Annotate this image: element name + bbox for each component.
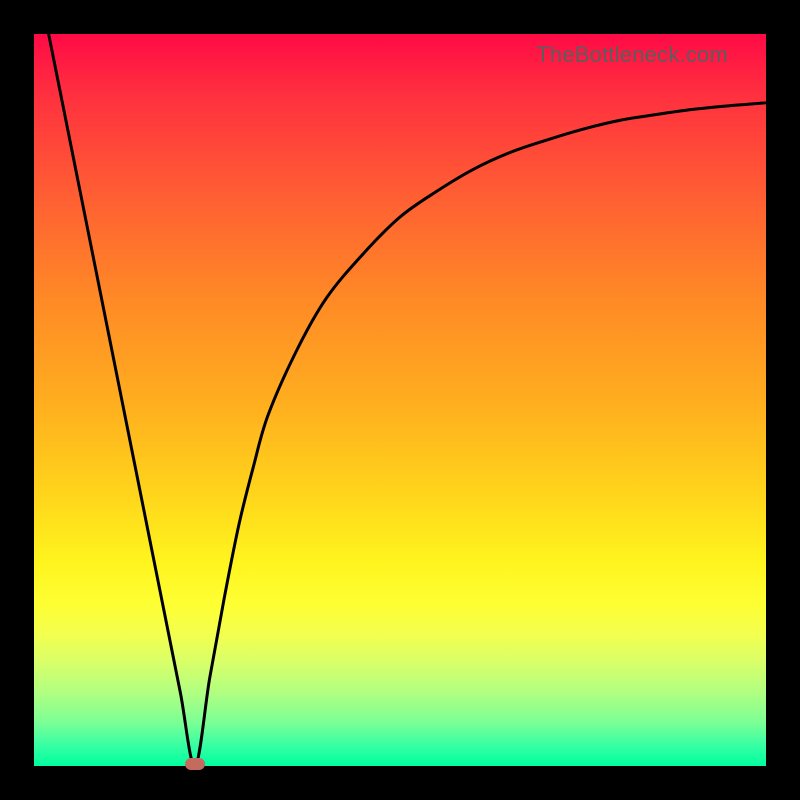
- plot-area: TheBottleneck.com: [34, 34, 766, 766]
- bottleneck-curve: [49, 34, 766, 766]
- minimum-marker: [185, 758, 205, 770]
- curve-svg: [34, 34, 766, 766]
- chart-container: TheBottleneck.com: [0, 0, 800, 800]
